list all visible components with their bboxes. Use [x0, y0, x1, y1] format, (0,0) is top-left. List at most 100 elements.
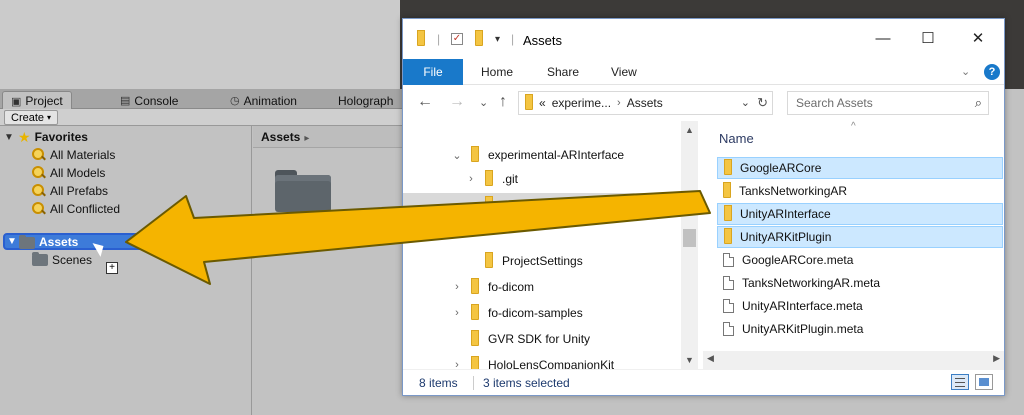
tab-view[interactable]: View	[599, 59, 649, 85]
address-field[interactable]: « experime... › Assets ⌄ ↻	[518, 91, 773, 115]
file-row[interactable]: TanksNetworkingAR	[717, 180, 1003, 202]
project-tree-panel: ▼ ★ Favorites All Materials All Models A…	[0, 126, 252, 415]
tab-animation[interactable]: ◷ Animation	[222, 91, 305, 109]
file-icon	[723, 322, 734, 336]
search-icon	[32, 202, 46, 216]
nav-item[interactable]: › fo-dicom	[403, 275, 681, 299]
up-arrow-icon[interactable]: ↑	[499, 93, 507, 111]
tab-home[interactable]: Home	[469, 59, 525, 85]
horizontal-scrollbar[interactable]: ◀ ▶	[703, 351, 1004, 369]
expand-triangle-icon[interactable]: ▼	[4, 132, 14, 143]
folder-icon	[471, 146, 479, 162]
expander-icon[interactable]: ›	[451, 359, 463, 369]
file-row[interactable]: GoogleARCore.meta	[717, 249, 1003, 271]
scroll-right-icon[interactable]: ▶	[993, 353, 1000, 364]
folder-icon	[471, 278, 479, 294]
tree-item-scenes[interactable]: Scenes	[32, 251, 92, 269]
folder-icon	[19, 235, 35, 249]
file-row[interactable]: UnityARKitPlugin.meta	[717, 318, 1003, 340]
help-icon[interactable]: ?	[984, 64, 1000, 80]
project-assets-panel: Assets ▸	[253, 126, 413, 415]
nav-item[interactable]: › fo-dicom-samples	[403, 301, 681, 325]
folder-icon[interactable]	[275, 170, 331, 212]
star-icon: ★	[18, 128, 31, 145]
breadcrumb-segment[interactable]: Assets	[627, 96, 663, 110]
tree-item-assets[interactable]: ▼ Assets	[3, 233, 249, 250]
nav-item[interactable]: ProjectSettings	[403, 249, 681, 273]
favorites-row[interactable]: ▼ ★ Favorites	[4, 128, 88, 146]
tab-project[interactable]: ▣ Project	[2, 91, 72, 109]
file-row[interactable]: UnityARInterface	[717, 203, 1003, 225]
folder-icon	[485, 170, 493, 186]
maximize-icon[interactable]: ☐	[918, 29, 938, 49]
breadcrumb-segment[interactable]: experime...	[552, 96, 611, 110]
file-icon	[723, 299, 734, 313]
new-folder-icon[interactable]	[475, 30, 483, 47]
scroll-down-icon[interactable]: ▼	[685, 355, 694, 365]
favorite-item[interactable]: All Materials	[32, 146, 115, 164]
tab-console[interactable]: ▤ Console	[112, 91, 186, 109]
chevron-down-icon[interactable]: ⌄	[741, 96, 750, 109]
expander-icon[interactable]: ›	[451, 307, 463, 319]
favorite-item[interactable]: All Prefabs	[32, 182, 108, 200]
tab-holograph[interactable]: Holograph	[330, 91, 401, 109]
tab-share[interactable]: Share	[535, 59, 591, 85]
title-bar[interactable]: | ✓ ▾ | Assets — ☐ ✕	[403, 19, 1004, 59]
unity-tab-bar: ▣ Project ▤ Console ◷ Animation Holograp…	[0, 89, 420, 109]
scroll-thumb[interactable]	[683, 229, 696, 247]
navigation-pane: ⌄ experimental-ARInterface › .git › Asse…	[403, 121, 699, 369]
file-list-pane: ^ Name GoogleARCore TanksNetworkingAR Un…	[703, 121, 1004, 369]
column-header-name[interactable]: Name	[719, 131, 754, 146]
expander-icon[interactable]: ›	[465, 173, 477, 185]
folder-icon	[485, 196, 493, 212]
minimize-icon[interactable]: —	[873, 29, 893, 49]
favorite-item[interactable]: All Models	[32, 164, 105, 182]
details-view-icon[interactable]	[951, 374, 969, 390]
file-row[interactable]: TanksNetworkingAR.meta	[717, 272, 1003, 294]
drag-copy-plus-icon: +	[106, 262, 118, 274]
sort-ascending-icon: ^	[851, 121, 856, 132]
folder-icon	[723, 182, 731, 198]
forward-arrow-icon[interactable]: →	[449, 93, 465, 111]
create-button[interactable]: Create ▾	[4, 110, 59, 125]
expander-icon[interactable]: ›	[451, 281, 463, 293]
selection-count: 3 items selected	[483, 376, 570, 390]
ribbon-tabs: File Home Share View ⌄ ?	[403, 59, 1004, 85]
expand-triangle-icon[interactable]: ▼	[7, 236, 17, 247]
scroll-left-icon[interactable]: ◀	[707, 353, 714, 364]
scroll-up-icon[interactable]: ▲	[685, 125, 694, 135]
nav-item[interactable]: › Assets	[403, 193, 681, 217]
favorite-item[interactable]: All Conflicted	[32, 200, 120, 218]
large-icons-view-icon[interactable]	[975, 374, 993, 390]
file-row[interactable]: UnityARInterface.meta	[717, 295, 1003, 317]
tab-file[interactable]: File	[403, 59, 463, 85]
chevron-down-icon: ▾	[47, 113, 52, 122]
search-input[interactable]: Search Assets ⌕	[787, 91, 989, 115]
nav-item[interactable]: › .git	[403, 167, 681, 191]
folder-icon	[471, 304, 479, 320]
refresh-icon[interactable]: ↻	[757, 95, 768, 111]
file-row[interactable]: UnityARKitPlugin	[717, 226, 1003, 248]
folder-icon	[724, 205, 732, 221]
file-row[interactable]: GoogleARCore	[717, 157, 1003, 179]
recent-locations-icon[interactable]: ⌄	[479, 96, 488, 109]
expander-icon[interactable]: ⌄	[451, 149, 463, 162]
expander-icon[interactable]: ›	[465, 199, 477, 211]
customize-toolbar-icon[interactable]: ▾	[495, 31, 500, 47]
nav-item[interactable]: › HoloLensCompanionKit	[403, 353, 681, 369]
chevron-down-icon[interactable]: ⌄	[961, 65, 970, 78]
properties-icon[interactable]: ✓	[451, 31, 463, 47]
breadcrumb: Assets ▸	[253, 126, 413, 148]
search-icon	[32, 184, 46, 198]
back-arrow-icon[interactable]: ←	[417, 93, 433, 111]
chevron-right-icon[interactable]: ›	[617, 97, 621, 109]
unity-toolbar: Create ▾	[0, 109, 420, 126]
search-icon[interactable]: ⌕	[975, 95, 982, 111]
file-icon	[723, 253, 734, 267]
vertical-scrollbar[interactable]: ▲ ▼	[681, 121, 698, 369]
nav-item[interactable]: ⌄ experimental-ARInterface	[403, 143, 681, 167]
nav-item[interactable]: GVR SDK for Unity	[403, 327, 681, 351]
close-icon[interactable]: ✕	[968, 29, 988, 49]
address-bar-row: ← → ⌄ ↑ « experime... › Assets ⌄ ↻ Searc…	[403, 85, 1004, 121]
folder-icon	[724, 228, 732, 244]
